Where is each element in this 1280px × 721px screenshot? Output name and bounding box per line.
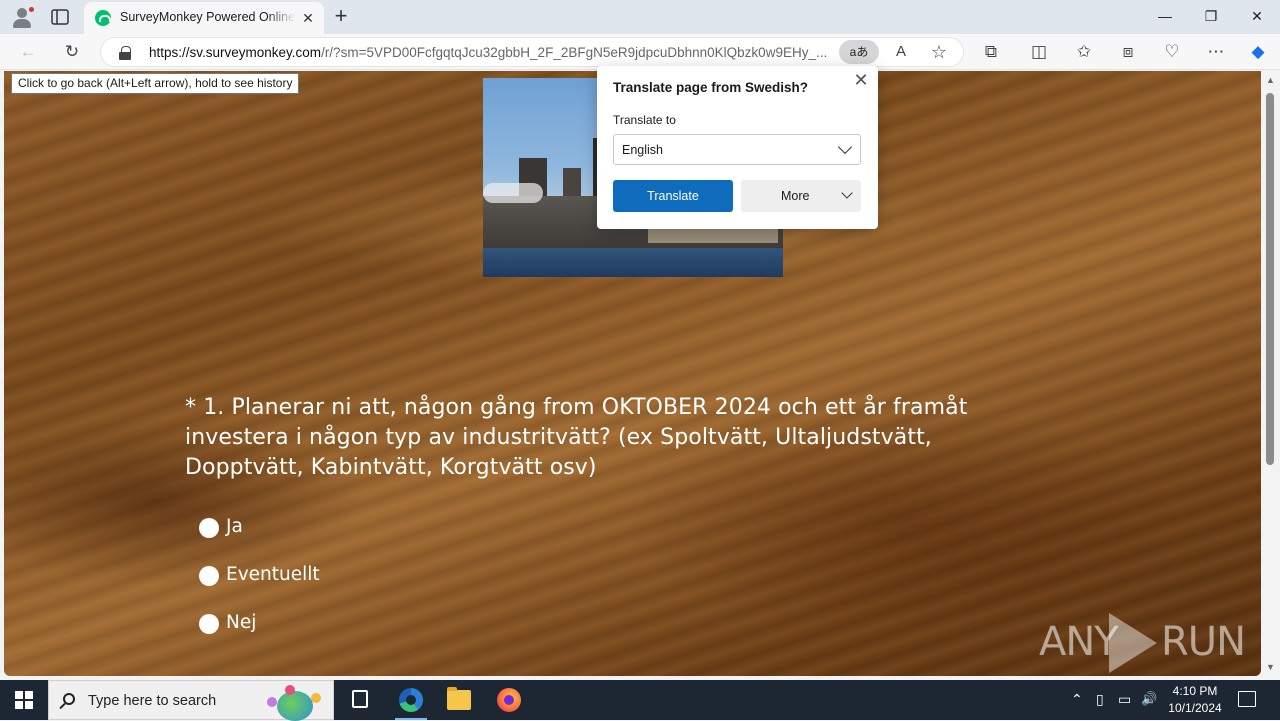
network-icon[interactable]: ▭ [1118, 691, 1131, 708]
volume-icon[interactable]: 🔊 [1141, 691, 1157, 707]
question-1-text: * 1. Planerar ni att, någon gång from OK… [185, 395, 968, 480]
more-button[interactable]: More [741, 180, 861, 212]
scroll-thumb[interactable] [1266, 93, 1274, 465]
folder-icon [447, 687, 471, 710]
translate-popup: Translate page from Swedish? ✕ Translate… [597, 66, 878, 229]
back-icon[interactable]: ← [14, 39, 42, 65]
more-menu-icon[interactable]: ⋯ [1202, 39, 1230, 65]
copilot-icon[interactable]: ◆ [1244, 39, 1272, 65]
taskbar-clock[interactable]: 4:10 PM 10/1/2024 [1158, 683, 1232, 717]
search-highlight-icon [263, 685, 327, 721]
restore-icon[interactable]: ❐ [1188, 0, 1234, 32]
taskbar-search-box[interactable]: Type here to search [48, 680, 334, 721]
tab-title: SurveyMonkey Powered Online S [120, 10, 296, 24]
option-label[interactable]: Ja [226, 516, 243, 537]
tab-surveymonkey[interactable]: SurveyMonkey Powered Online S ✕ [84, 2, 324, 34]
lock-icon[interactable] [119, 46, 131, 60]
tab-close-icon[interactable]: ✕ [300, 10, 316, 26]
taskbar: Type here to search ⌃ ▯ ▭ 🔊 4:10 PM 10/1… [0, 680, 1280, 721]
tray-overflow-icon[interactable]: ⌃ [1071, 691, 1083, 708]
chevron-down-icon [841, 187, 853, 199]
task-view-icon[interactable] [352, 690, 368, 708]
new-tab-icon[interactable]: + [330, 5, 352, 28]
device-icon[interactable]: ▯ [1096, 691, 1104, 708]
play-icon [1109, 613, 1157, 673]
minimize-icon[interactable]: — [1142, 0, 1188, 32]
translate-icon[interactable]: aあ [839, 40, 879, 64]
selected-language: English [622, 143, 663, 157]
radio-nej[interactable] [199, 614, 219, 634]
option-nej[interactable]: Nej [199, 609, 499, 639]
performance-icon[interactable]: ♡ [1158, 39, 1186, 65]
surveymonkey-icon [95, 10, 111, 26]
option-ja[interactable]: Ja [199, 513, 499, 543]
url-text[interactable]: https://sv.surveymonkey.com/r/?sm=5VPD00… [149, 45, 837, 60]
page-scrollbar[interactable]: ▲ ▼ [1261, 71, 1280, 676]
scroll-down-icon[interactable]: ▼ [1266, 662, 1275, 672]
browser-toolbar: ← ↻ https://sv.surveymonkey.com/r/?sm=5V… [0, 34, 1280, 70]
translate-to-label: Translate to [613, 113, 676, 127]
extensions-icon[interactable]: ⧉ [977, 39, 1005, 65]
clock-time: 4:10 PM [1172, 684, 1218, 698]
tab-actions-icon[interactable] [50, 7, 70, 27]
firefox-taskbar-button[interactable] [485, 680, 533, 720]
file-explorer-taskbar-button[interactable] [435, 680, 483, 720]
url-path: /r/?sm=5VPD00FcfgqtqJcu32gbbH_2F_2BFgN5e… [321, 45, 828, 60]
chevron-down-icon [837, 139, 853, 155]
refresh-icon[interactable]: ↻ [58, 39, 86, 65]
url-host: https://sv.surveymonkey.com [149, 45, 322, 60]
more-button-label: More [781, 189, 810, 203]
favorite-star-icon[interactable]: ☆ [925, 39, 953, 65]
language-select[interactable]: English [613, 134, 861, 165]
firefox-icon [497, 688, 521, 712]
address-bar[interactable]: https://sv.surveymonkey.com/r/?sm=5VPD00… [100, 37, 964, 67]
collections-icon[interactable]: ⧈ [1114, 39, 1142, 65]
windows-start-icon[interactable] [0, 680, 48, 720]
popup-close-icon[interactable]: ✕ [851, 70, 871, 90]
watermark-right: RUN [1161, 619, 1246, 665]
window-close-icon[interactable]: ✕ [1234, 0, 1280, 32]
edge-icon [399, 688, 423, 712]
edge-taskbar-button[interactable] [387, 680, 435, 720]
option-label[interactable]: Nej [226, 612, 256, 633]
notification-icon[interactable] [1238, 691, 1256, 707]
scroll-up-icon[interactable]: ▲ [1266, 75, 1275, 85]
title-bar: SurveyMonkey Powered Online S ✕ + — ❐ ✕ [0, 0, 1280, 34]
option-eventuellt[interactable]: Eventuellt [199, 561, 499, 591]
search-placeholder[interactable]: Type here to search [88, 693, 216, 709]
radio-eventuellt[interactable] [199, 566, 219, 586]
read-aloud-icon[interactable]: A [887, 39, 915, 65]
radio-ja[interactable] [199, 518, 219, 538]
option-label[interactable]: Eventuellt [226, 564, 320, 585]
back-button-tooltip: Click to go back (Alt+Left arrow), hold … [11, 73, 300, 94]
watermark-left: ANY [1039, 619, 1119, 665]
popup-title: Translate page from Swedish? [613, 80, 809, 95]
favorites-icon[interactable]: ✩ [1070, 39, 1098, 65]
anyrun-watermark: ANY RUN [1039, 611, 1249, 673]
translate-button[interactable]: Translate [613, 180, 733, 212]
search-icon [63, 693, 75, 705]
clock-date: 10/1/2024 [1168, 701, 1222, 715]
split-screen-icon[interactable]: ◫ [1025, 39, 1053, 65]
profile-icon[interactable] [10, 5, 35, 29]
